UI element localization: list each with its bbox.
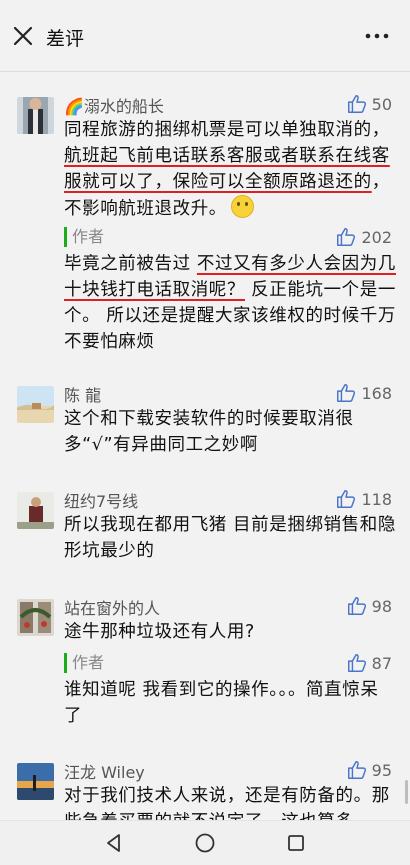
like-count: 118 [361,489,392,509]
comment-username[interactable]: 纽约7号线 [64,488,138,512]
thumbs-up-icon [347,654,366,672]
like-count: 98 [371,596,392,616]
system-nav-bar [0,820,410,865]
comment-username[interactable]: 🌈溺水的船长 [64,93,164,117]
avatar[interactable] [17,763,54,800]
author-reply-text: 毕竟之前被告过 不过又有多少人会因为几十块钱打电话取消呢？ 反正能坑一个是一个。… [64,251,396,355]
thumbs-up-icon [337,228,356,246]
like-button[interactable]: 98 [346,595,392,617]
comment-text: 所以我现在都用飞猪 目前是捆绑销售和隐形坑最少的 [64,515,396,561]
author-reply-label: 作者 [64,227,104,247]
thumbs-up-icon [337,490,356,508]
like-button[interactable]: 118 [335,488,392,510]
nav-back-icon[interactable] [104,833,124,853]
nav-recent-icon[interactable] [286,833,306,853]
comment-text-part: 同程旅游的捆绑机票是可以单独取消的， [64,120,390,140]
avatar[interactable] [17,599,54,636]
top-bar: 差评 [0,0,410,72]
like-count: 87 [371,653,392,673]
like-count: 168 [361,383,392,403]
avatar[interactable] [17,492,54,529]
like-button[interactable]: 50 [346,93,392,115]
like-button[interactable]: 87 [346,652,392,674]
nav-home-icon[interactable] [194,832,216,854]
comment-text: 这个和下载安装软件的时候要取消很多“√”有异曲同工之妙啊 [64,409,354,455]
thumbs-up-icon [337,384,356,402]
like-count: 50 [371,94,392,114]
reply-text-part: 毕竟之前被告过 [64,254,197,274]
thumbs-up-icon [347,597,366,615]
comment-username[interactable]: 汪龙 Wiley [64,759,145,783]
close-icon[interactable] [12,25,34,47]
like-count: 202 [361,227,392,247]
more-icon[interactable] [364,26,390,46]
avatar[interactable] [17,97,54,134]
page-title: 差评 [46,28,85,50]
author-reply-text: 谁知道呢 我看到它的操作。。。简直惊呆了 [64,680,379,726]
like-button[interactable]: 202 [335,226,392,248]
author-reply-label: 作者 [64,653,104,673]
like-button[interactable]: 95 [346,759,392,781]
like-count: 95 [371,760,392,780]
comment-text: 对于我们技术人来说，还是有防备的。那些急着买票的就不说定了，这也算多 [64,786,390,820]
avatar[interactable] [17,386,54,423]
comment-text: 途牛那种垃圾还有人用? [64,622,255,642]
comment-username[interactable]: 陈 龍 [64,382,101,406]
thumbs-up-icon [347,95,366,113]
comment-username[interactable]: 站在窗外的人 [64,595,160,619]
like-button[interactable]: 168 [335,382,392,404]
comment-feed[interactable]: 🌈溺水的船长 50 同程旅游的捆绑机票是可以单独取消的， 航班起飞前电话联系客服或… [0,73,410,820]
comment-text: 同程旅游的捆绑机票是可以单独取消的， 航班起飞前电话联系客服或者联系在线客服就可以… [64,117,396,222]
scrollbar[interactable] [405,780,408,804]
smile-emoji-icon [230,195,254,218]
underlined-highlight: 航班起飞前电话联系客服或者联系在线客服就可以了，保险可以全额原路退还的 [64,146,390,192]
thumbs-up-icon [347,761,366,779]
